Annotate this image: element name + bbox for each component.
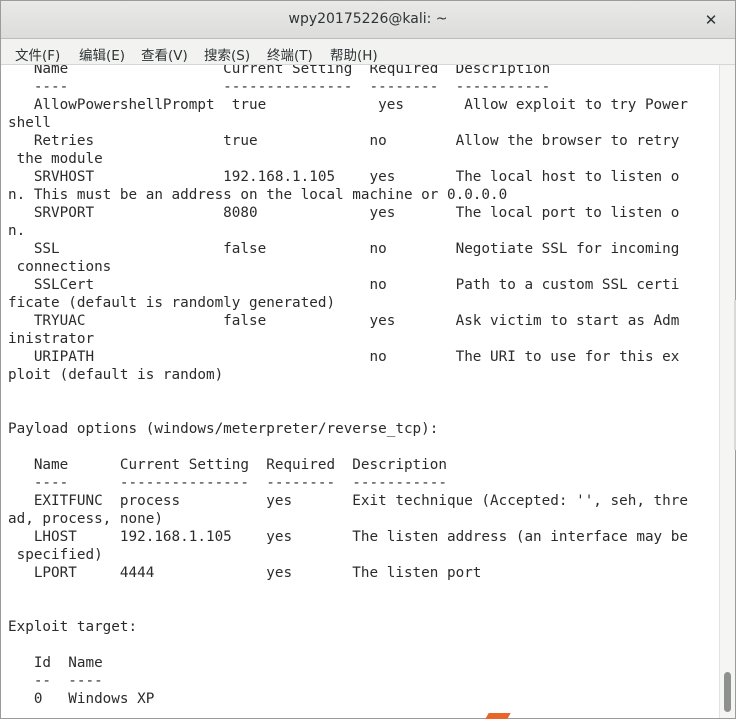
terminal-line: shell — [8, 115, 52, 131]
terminal-line: SRVPORT 8080 yes The local port to liste… — [8, 205, 680, 221]
terminal-line: URIPATH no The URI to use for this ex — [8, 349, 680, 365]
terminal-line: the module — [8, 151, 103, 167]
terminal-line: specified) — [8, 547, 103, 563]
terminal-line: Payload options (windows/meterpreter/rev… — [8, 421, 439, 437]
terminal-line: TRYUAC false yes Ask victim to start as … — [8, 313, 680, 329]
terminal-line: SSLCert no Path to a custom SSL certi — [8, 277, 680, 293]
terminal-line: n. This must be an address on the local … — [8, 187, 508, 203]
terminal-line: EXITFUNC process yes Exit technique (Acc… — [8, 493, 688, 509]
menu-help[interactable]: 帮助(H) — [330, 44, 378, 64]
terminal-line: inistrator — [8, 331, 95, 347]
terminal-line: LPORT 4444 yes The listen port — [8, 565, 482, 581]
terminal-window: wpy20175226@kali: ~ ✕ 文件(F) 编辑(E) 查看(V) … — [0, 0, 736, 719]
close-icon[interactable]: ✕ — [701, 10, 721, 30]
terminal-line: SSL false no Negotiate SSL for incoming — [8, 241, 680, 257]
terminal-line: Name Current Setting Required Descriptio… — [8, 65, 551, 77]
terminal-text: Name Current Setting Required Descriptio… — [8, 65, 688, 708]
terminal-line: Retries true no Allow the browser to ret… — [8, 133, 680, 149]
menu-edit[interactable]: 编辑(E) — [79, 44, 125, 64]
terminal-line: Exploit target: — [8, 619, 138, 635]
terminal-line: Id Name — [8, 655, 103, 671]
terminal-line: ploit (default is random) — [8, 367, 224, 383]
menu-view[interactable]: 查看(V) — [141, 44, 188, 64]
mouse-cursor-icon — [485, 713, 511, 719]
terminal-line: AllowPowershellPrompt true yes Allow exp… — [8, 97, 688, 113]
terminal-line: ad, process, none) — [8, 511, 163, 527]
terminal-line: 0 Windows XP — [8, 691, 155, 707]
title-bar[interactable]: wpy20175226@kali: ~ ✕ — [1, 1, 735, 39]
terminal-line: ---- --------------- -------- ----------… — [8, 475, 447, 491]
terminal-line: connections — [8, 259, 112, 275]
terminal-line: n. — [8, 223, 26, 239]
terminal-line: SRVHOST 192.168.1.105 yes The local host… — [8, 169, 680, 185]
terminal-line: ficate (default is randomly generated) — [8, 295, 336, 311]
terminal-line: -- ---- — [8, 673, 103, 689]
window-title: wpy20175226@kali: ~ — [288, 11, 448, 27]
menu-terminal[interactable]: 终端(T) — [267, 44, 313, 64]
terminal-line: Name Current Setting Required Descriptio… — [8, 457, 447, 473]
menu-search[interactable]: 搜索(S) — [204, 44, 250, 64]
terminal-line: LHOST 192.168.1.105 yes The listen addre… — [8, 529, 688, 545]
vertical-scrollbar[interactable] — [719, 65, 735, 718]
menu-bar: 文件(F) 编辑(E) 查看(V) 搜索(S) 终端(T) 帮助(H) — [1, 39, 735, 65]
terminal-output[interactable]: Name Current Setting Required Descriptio… — [1, 65, 719, 718]
scrollbar-thumb[interactable] — [724, 672, 731, 712]
terminal-line: ---- --------------- -------- ----------… — [8, 79, 551, 95]
menu-file[interactable]: 文件(F) — [15, 44, 60, 64]
